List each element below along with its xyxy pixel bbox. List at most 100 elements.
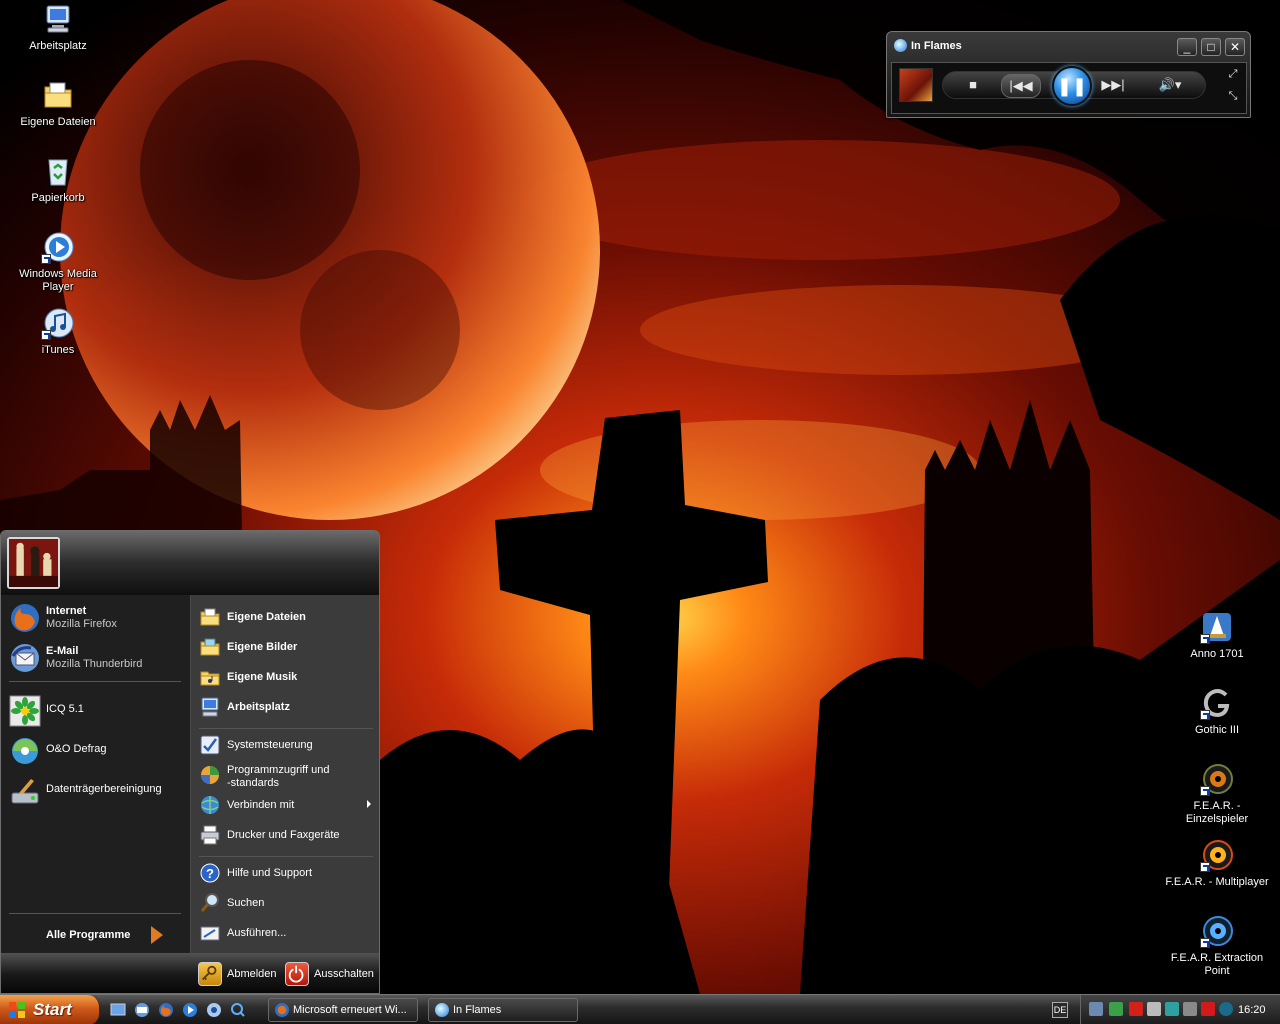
quicklaunch-firefox-icon[interactable] (158, 1002, 174, 1018)
volume-icon[interactable]: 🔊▾ (1153, 74, 1187, 96)
desktop-icon-windows-media-player[interactable]: Windows Media Player (3, 230, 113, 294)
quicklaunch-itunes-icon[interactable] (206, 1002, 222, 1018)
minimize-button[interactable]: _ (1177, 38, 1197, 56)
folder-icon (199, 606, 221, 628)
recent-label: O&O Defrag (46, 743, 107, 755)
help-ausfuehren[interactable]: Ausführen... (191, 919, 379, 947)
quicklaunch-show-desktop-icon[interactable] (110, 1002, 126, 1018)
system-verbinden-mit[interactable]: Verbinden mit (191, 791, 379, 819)
windows-logo-icon (8, 1001, 26, 1019)
place-eigene-musik[interactable]: Eigene Musik (191, 663, 379, 691)
printer-icon (199, 824, 221, 846)
system-systemsteuerung[interactable]: Systemsteuerung (191, 731, 379, 759)
quicklaunch-search-icon[interactable] (230, 1002, 246, 1018)
disk-cleanup-icon (9, 775, 41, 807)
start-button[interactable]: Start (0, 995, 100, 1024)
place-label: Eigene Dateien (227, 611, 306, 623)
album-art (899, 68, 933, 102)
quicklaunch-thunderbird-icon[interactable] (134, 1002, 150, 1018)
recent-defrag[interactable]: O&O Defrag (1, 732, 190, 768)
fear-icon (1200, 762, 1234, 796)
pinned-email[interactable]: E-Mail Mozilla Thunderbird (1, 639, 190, 675)
logoff-label: Abmelden (227, 968, 277, 980)
desktop-icon-label: iTunes (41, 344, 75, 356)
recent-disk-cleanup[interactable]: Datenträgerbereinigung (1, 772, 190, 808)
clock[interactable]: 16:20 (1238, 1004, 1266, 1016)
media-player-window[interactable]: In Flames _ □ ✕ ■ |◀◀ ▶▶| 🔊▾ ❚❚ ⤢ ⤡ (886, 31, 1251, 118)
shortcut-arrow-icon (1200, 786, 1210, 796)
media-player-controls: ■ |◀◀ ▶▶| 🔊▾ ❚❚ ⤢ ⤡ (891, 62, 1247, 114)
desktop-icon-eigene-dateien[interactable]: Eigene Dateien (3, 78, 113, 129)
media-player-icon (435, 1003, 449, 1017)
place-eigene-bilder[interactable]: Eigene Bilder (191, 633, 379, 661)
desktop-icon-gothic-iii[interactable]: Gothic III (1162, 686, 1272, 737)
recent-label: ICQ 5.1 (46, 703, 84, 715)
shortcut-arrow-icon (41, 254, 51, 264)
network-icon[interactable] (1089, 1002, 1103, 1016)
acrobat-icon[interactable] (1201, 1002, 1215, 1016)
avatar[interactable] (7, 537, 60, 589)
defrag-icon (9, 735, 41, 767)
desktop-icon-anno-1701[interactable]: Anno 1701 (1162, 610, 1272, 661)
fear-multiplayer-icon (1200, 838, 1234, 872)
volume-icon[interactable] (1147, 1002, 1161, 1016)
desktop-icon-arbeitsplatz[interactable]: Arbeitsplatz (3, 2, 113, 53)
itunes-icon (41, 306, 75, 340)
pause-button[interactable]: ❚❚ (1052, 66, 1092, 106)
divider (199, 728, 373, 729)
ati-icon[interactable] (1129, 1002, 1143, 1016)
task-label: Microsoft erneuert Wi... (293, 1004, 407, 1016)
desktop-icon-fear-multiplayer[interactable]: F.E.A.R. - Multiplayer (1162, 838, 1272, 889)
taskbar-button-firefox[interactable]: Microsoft erneuert Wi... (268, 998, 418, 1022)
taskbar-button-in-flames[interactable]: In Flames (428, 998, 578, 1022)
system-program-access[interactable]: Programmzugriff und -standards (191, 761, 379, 789)
previous-button[interactable]: |◀◀ (1001, 74, 1041, 98)
connect-icon (199, 794, 221, 816)
pinned-title: Internet (46, 605, 87, 617)
desktop-icon-fear-einzelspieler[interactable]: F.E.A.R. - Einzelspieler (1162, 762, 1272, 826)
place-eigene-dateien[interactable]: Eigene Dateien (191, 603, 379, 631)
help-suchen[interactable]: Suchen (191, 889, 379, 917)
desktop-icon-label: F.E.A.R. Extraction Point (1170, 952, 1264, 977)
antivirus-icon[interactable] (1165, 1002, 1179, 1016)
media-player-icon (41, 230, 75, 264)
pinned-subtitle: Mozilla Thunderbird (46, 658, 143, 670)
shutdown-label: Ausschalten (314, 968, 374, 980)
recycle-bin-icon (41, 154, 75, 188)
tool-icon[interactable] (1183, 1002, 1197, 1016)
pinned-internet[interactable]: Internet Mozilla Firefox (1, 599, 190, 635)
divider (9, 681, 181, 682)
stop-button[interactable]: ■ (963, 74, 983, 96)
system-drucker[interactable]: Drucker und Faxgeräte (191, 821, 379, 849)
start-menu-footer: Abmelden Ausschalten (1, 953, 379, 993)
help-icon: ? (199, 862, 221, 884)
help-hilfe[interactable]: ? Hilfe und Support (191, 859, 379, 887)
desktop-icon-label: F.E.A.R. - Einzelspieler (1185, 800, 1249, 825)
divider (9, 913, 181, 914)
desktop-icon-label: Arbeitsplatz (29, 40, 87, 52)
system-label: Verbinden mit (227, 799, 295, 811)
messenger-icon[interactable] (1219, 1002, 1233, 1016)
maximize-button[interactable]: □ (1201, 38, 1221, 56)
desktop-icon-itunes[interactable]: iTunes (3, 306, 113, 357)
recent-icq[interactable]: ICQ 5.1 (1, 692, 190, 728)
task-label: In Flames (453, 1004, 502, 1016)
firefox-icon (9, 602, 41, 634)
divider (199, 856, 373, 857)
help-label: Hilfe und Support (227, 867, 312, 879)
desktop-icon-fear-extraction-point[interactable]: F.E.A.R. Extraction Point (1162, 914, 1272, 978)
next-button[interactable]: ▶▶| (1093, 74, 1133, 96)
my-documents-icon (41, 78, 75, 112)
arrow-right-icon (151, 926, 163, 944)
safely-remove-icon[interactable] (1109, 1002, 1123, 1016)
switch-to-full-mode-icon[interactable]: ⤢ (1224, 65, 1242, 83)
quicklaunch-media-player-icon[interactable] (182, 1002, 198, 1018)
close-button[interactable]: ✕ (1225, 38, 1245, 56)
desktop-icon-papierkorb[interactable]: Papierkorb (3, 154, 113, 205)
start-menu: Internet Mozilla Firefox E-Mail Mozilla … (0, 530, 380, 994)
minimize-to-taskbar-icon[interactable]: ⤡ (1224, 87, 1242, 105)
icq-icon (9, 695, 41, 727)
language-indicator[interactable]: DE (1052, 1002, 1068, 1018)
key-icon (198, 962, 222, 986)
place-arbeitsplatz[interactable]: Arbeitsplatz (191, 693, 379, 721)
